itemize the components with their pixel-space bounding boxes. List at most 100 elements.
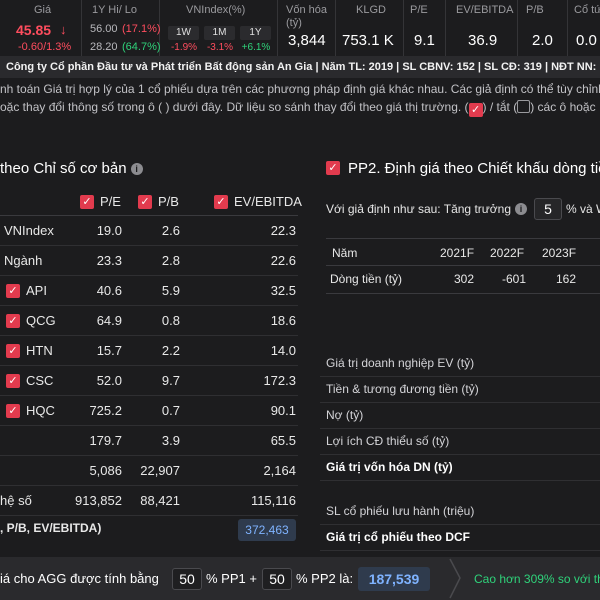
table-row: ✓ HTN 15.7 2.2 14.0 bbox=[0, 336, 298, 366]
cashflow-2021: 302 bbox=[454, 272, 475, 286]
dividend-cell: Cổ tứ 0.0 bbox=[568, 0, 600, 56]
left-table-header: ✓ P/E ✓ P/B ✓ EV/EBITDA bbox=[0, 190, 302, 216]
row-ev: 172.3 bbox=[263, 373, 296, 388]
coef-label: hệ số bbox=[0, 493, 32, 508]
chevron-separator-icon bbox=[449, 558, 461, 599]
final-price-value: 187,539 bbox=[358, 567, 430, 591]
coef-pb: 88,421 bbox=[140, 493, 180, 508]
vnindex-1m-value: -3.1% bbox=[206, 42, 234, 53]
assumption-label: Với giả định như sau: Tăng trưởng bbox=[326, 202, 512, 216]
dcf-item-label: Nợ (tỷ) bbox=[326, 408, 364, 422]
row-pe: 15.7 bbox=[96, 343, 122, 358]
company-info-bar: Công ty Cổ phần Đầu tư và Phát triển Bất… bbox=[0, 56, 600, 78]
growth-info-icon[interactable]: i bbox=[515, 203, 528, 215]
price-cell: Giá 45.85 ↓ -0.60/1.3% bbox=[0, 0, 82, 56]
final-text-3: % PP2 là: bbox=[296, 571, 354, 586]
coef-pe: 913,852 bbox=[75, 493, 122, 508]
pe-column-checkbox[interactable]: ✓ bbox=[80, 195, 94, 209]
divider bbox=[320, 428, 600, 429]
final-text-1: iá cho AGG được tính bằng bbox=[0, 571, 159, 586]
vnindex-cell: VNIndex(%) 1W 1M 1Y -1.9% -3.1% +6.1% bbox=[160, 0, 278, 56]
comparison-note: Cao hơn 309% so với th bbox=[474, 572, 600, 586]
dcf-item-label: Lợi ích CĐ thiểu số (tỷ) bbox=[326, 434, 450, 448]
dividend-value: 0.0 bbox=[576, 32, 597, 49]
row-pb: 5.9 bbox=[161, 283, 180, 298]
row-name: VNIndex bbox=[4, 223, 54, 238]
row-name: CSC bbox=[26, 373, 54, 388]
row-checkbox[interactable]: ✓ bbox=[6, 404, 20, 418]
pb-column-checkbox[interactable]: ✓ bbox=[138, 195, 152, 209]
row-ev: 18.6 bbox=[270, 313, 296, 328]
vnindex-1y-value: +6.1% bbox=[241, 42, 271, 53]
row-checkbox[interactable]: ✓ bbox=[6, 284, 20, 298]
row-pe: 725.2 bbox=[89, 403, 122, 418]
row-pb: 2.6 bbox=[161, 223, 180, 238]
pp2-weight-input[interactable]: 50 bbox=[262, 568, 292, 590]
row-name: HTN bbox=[26, 343, 53, 358]
market-cap-cell: Vốn hóa (tỷ) 3,844 bbox=[278, 0, 336, 56]
coef-row: hệ số 913,852 88,421 115,116 bbox=[0, 486, 298, 516]
row-ev: 14.0 bbox=[270, 343, 296, 358]
coef-ev: 115,116 bbox=[250, 493, 296, 508]
table-row: 5,086 22,907 2,164 bbox=[0, 456, 298, 486]
row-ev: 90.1 bbox=[270, 403, 296, 418]
info-icon[interactable]: i bbox=[130, 163, 143, 175]
ev-ebitda-column-checkbox[interactable]: ✓ bbox=[214, 195, 228, 209]
row-pe: 19.0 bbox=[96, 223, 122, 238]
ev-ebitda-cell: EV/EBITDA 36.9 bbox=[446, 0, 518, 56]
table-row: ✓ HQC 725.2 0.7 90.1 bbox=[0, 396, 298, 426]
cashflow-2023: 162 bbox=[556, 272, 577, 286]
dcf-item-label: SL cổ phiếu lưu hành (triệu) bbox=[326, 504, 475, 518]
growth-rate-input[interactable]: 5 bbox=[534, 198, 562, 220]
dcf-item-label: Giá trị doanh nghiệp EV (tỷ) bbox=[326, 356, 475, 370]
dcf-item-label: Giá trị vốn hóa DN (tỷ) bbox=[326, 460, 453, 474]
ev-ebitda-value: 36.9 bbox=[468, 32, 498, 49]
pe-cell: P/E 9.1 bbox=[404, 0, 446, 56]
description-text-b: ) / tắt ( bbox=[482, 100, 518, 114]
row-checkbox[interactable]: ✓ bbox=[6, 344, 20, 358]
vnindex-1w-value: -1.9% bbox=[170, 42, 198, 53]
row-pe: 64.9 bbox=[96, 313, 122, 328]
market-cap-label: Vốn hóa (tỷ) bbox=[286, 4, 327, 29]
lo-value: 28.20 bbox=[90, 41, 118, 53]
price-label: Giá bbox=[34, 4, 52, 16]
divider bbox=[320, 524, 600, 525]
volume-label: KLGD bbox=[356, 4, 386, 16]
forecast-year-label: Năm bbox=[332, 246, 358, 260]
row-pe: 23.3 bbox=[96, 253, 122, 268]
forecast-year-2021: 2021F bbox=[440, 246, 475, 260]
pb-cell: P/B 2.0 bbox=[518, 0, 568, 56]
row-pe: 40.6 bbox=[96, 283, 122, 298]
row-checkbox[interactable]: ✓ bbox=[6, 314, 20, 328]
dcf-item-label: Tiền & tương đương tiền (tỷ) bbox=[326, 382, 479, 396]
table-row: Ngành 23.3 2.8 22.6 bbox=[0, 246, 298, 276]
tab-1m[interactable]: 1M bbox=[204, 26, 235, 40]
left-section-title-text: theo Chỉ số cơ bản bbox=[0, 160, 127, 177]
checkbox-empty-icon bbox=[517, 100, 531, 113]
pp1-weight-input[interactable]: 50 bbox=[172, 568, 202, 590]
final-text-2: % PP1 + bbox=[206, 571, 257, 586]
hi-lo-cell: 1Y Hi/ Lo 56.00 (17.1%) 28.20 (64.7%) bbox=[82, 0, 161, 56]
row-checkbox[interactable]: ✓ bbox=[6, 374, 20, 388]
table-row: VNIndex 19.0 2.6 22.3 bbox=[0, 216, 298, 246]
final-price-bar: iá cho AGG được tính bằng 50 % PP1 + 50 … bbox=[0, 557, 600, 600]
tab-1w[interactable]: 1W bbox=[168, 26, 199, 40]
pe-value: 9.1 bbox=[414, 32, 435, 49]
row-ev: 65.5 bbox=[270, 433, 296, 448]
tab-1y[interactable]: 1Y bbox=[240, 26, 271, 40]
pb-value: 2.0 bbox=[532, 32, 553, 49]
pb-label: P/B bbox=[526, 4, 544, 16]
dcf-item-label: Giá trị cổ phiếu theo DCF bbox=[326, 530, 471, 544]
row-ev: 22.3 bbox=[270, 223, 296, 238]
price-value: 45.85 bbox=[16, 22, 52, 38]
pe-column-label: P/E bbox=[100, 194, 121, 209]
forecast-cashflow-row: Dòng tiền (tỷ) 302 -601 162 bbox=[326, 266, 600, 294]
pp2-checkbox[interactable]: ✓ bbox=[326, 161, 340, 175]
divider bbox=[320, 480, 600, 481]
price-summary-bar: Giá 45.85 ↓ -0.60/1.3% 1Y Hi/ Lo 56.00 (… bbox=[0, 0, 600, 56]
price-change: -0.60/1.3% bbox=[18, 41, 72, 53]
divider bbox=[320, 454, 600, 455]
ev-ebitda-column-label: EV/EBITDA bbox=[234, 194, 302, 209]
dcf-assumption-line: Với giả định như sau: Tăng trưởng i bbox=[326, 202, 528, 216]
row-ev: 22.6 bbox=[270, 253, 296, 268]
